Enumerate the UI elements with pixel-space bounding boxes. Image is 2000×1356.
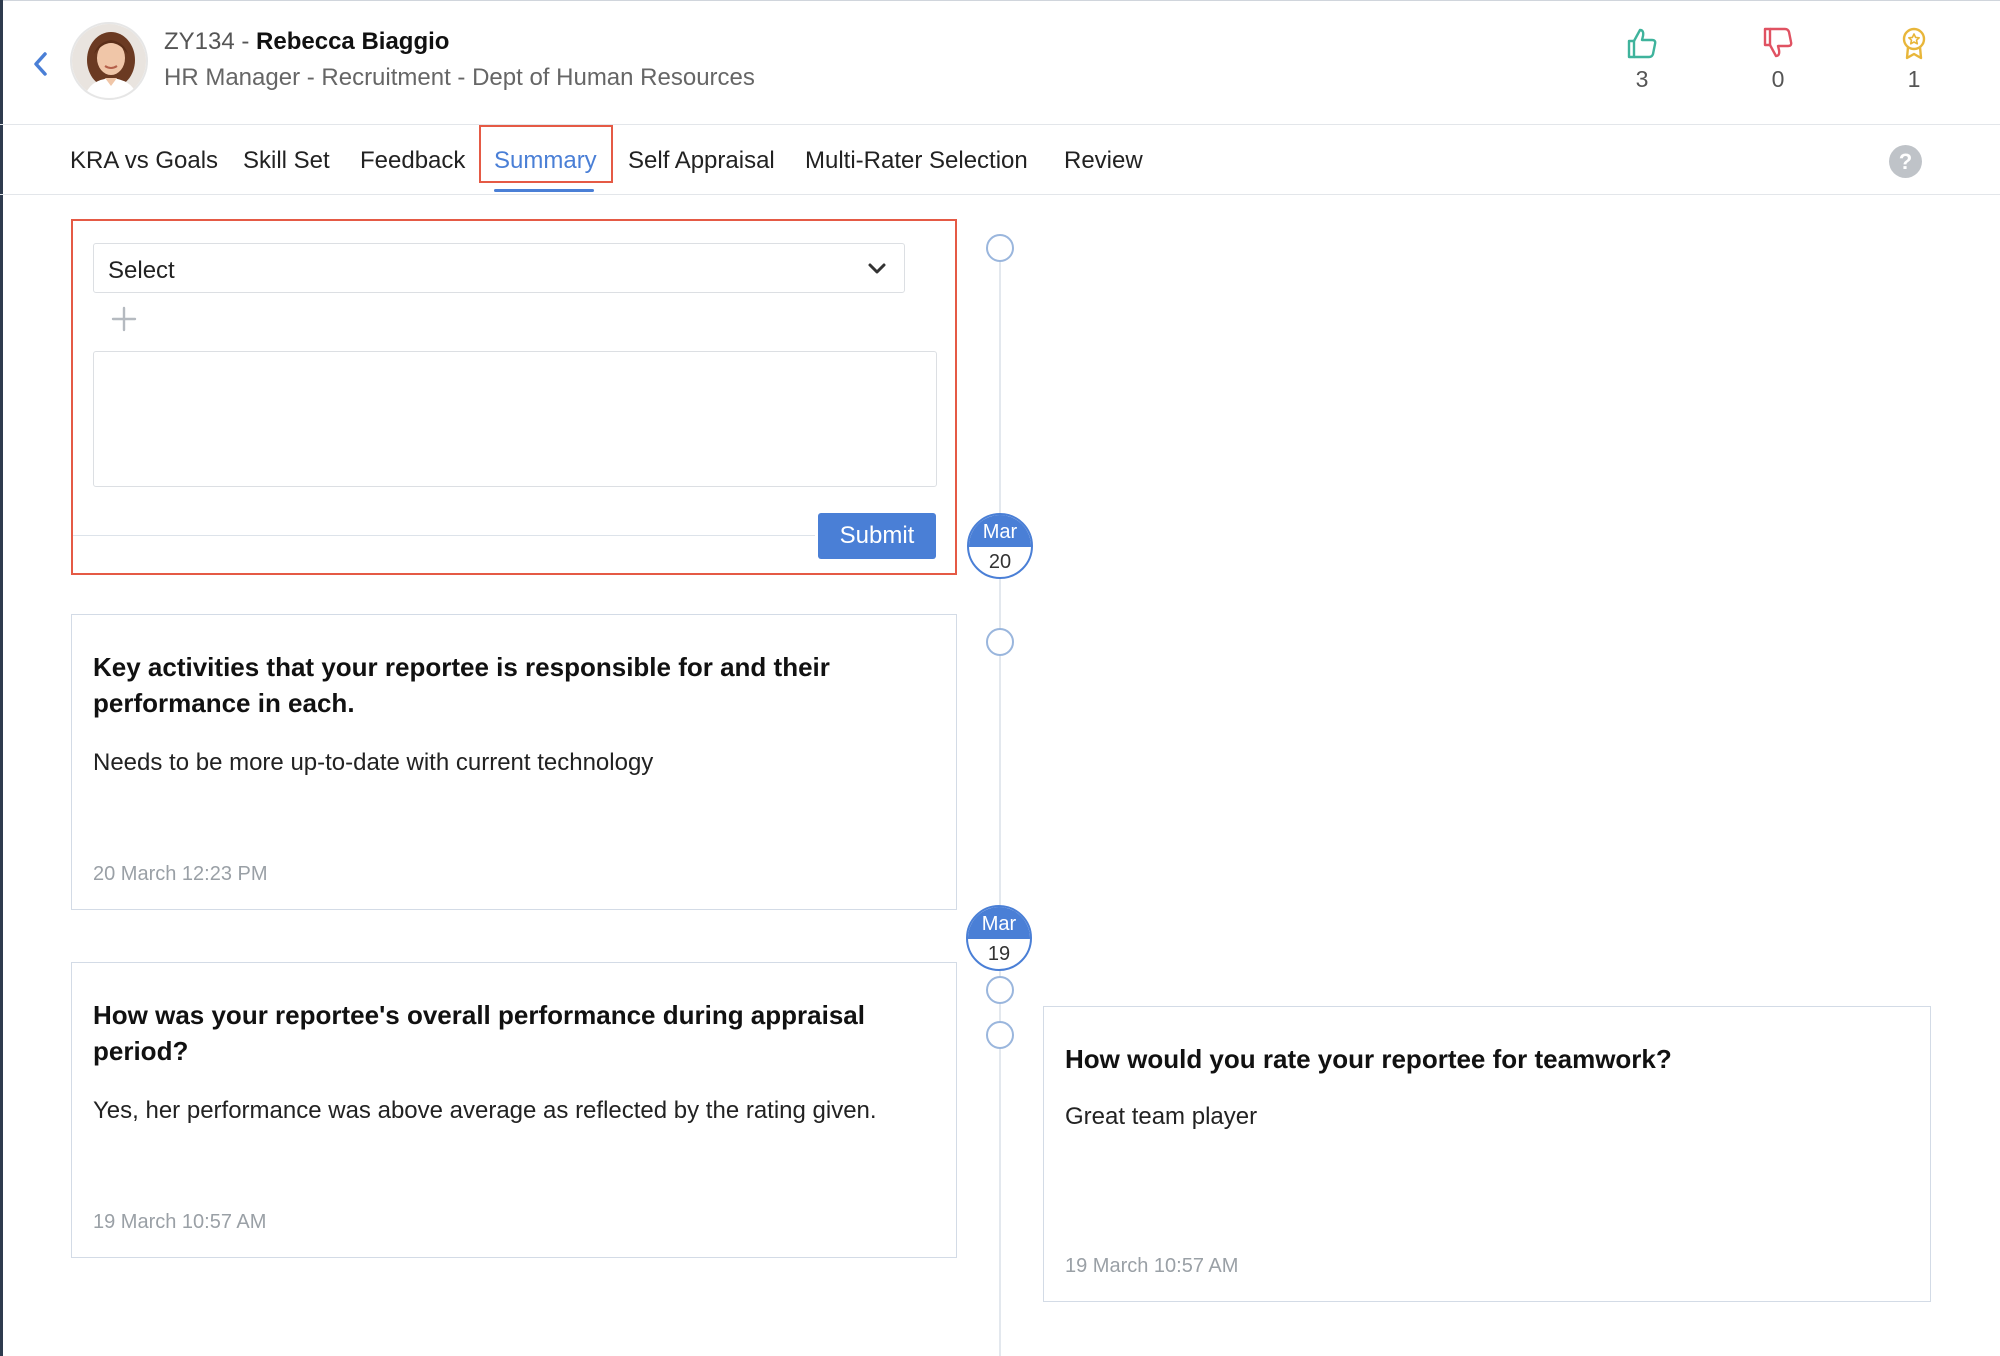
tab-self-appraisal[interactable]: Self Appraisal	[628, 147, 775, 175]
feedback-card-question: How would you rate your reportee for tea…	[1065, 1044, 1672, 1074]
thumbs-up-icon	[1627, 28, 1657, 59]
feedback-card-question: Key activities that your reportee is res…	[93, 652, 830, 718]
tab-bar: KRA vs Goals Skill Set Feedback Summary …	[0, 125, 2000, 195]
help-icon[interactable]: ?	[1889, 145, 1922, 178]
dislikes-stat[interactable]: 0	[1748, 26, 1808, 93]
tab-multi-rater-selection[interactable]: Multi-Rater Selection	[805, 147, 1028, 175]
feedback-card: How would you rate your reportee for tea…	[1043, 1006, 1931, 1302]
timeline-node	[986, 628, 1014, 656]
timeline-date-badge: Mar 19	[966, 905, 1032, 971]
question-select[interactable]: Select	[93, 243, 905, 293]
add-question-button[interactable]	[110, 305, 138, 333]
question-select-value: Select	[108, 257, 175, 284]
feedback-card-timestamp: 20 March 12:23 PM	[93, 863, 268, 885]
employee-name: Rebecca Biaggio	[256, 28, 450, 55]
plus-icon	[111, 306, 137, 332]
window-left-border	[0, 0, 3, 1356]
submit-button[interactable]: Submit	[818, 513, 936, 559]
compose-divider	[73, 535, 815, 536]
avatar	[70, 22, 148, 100]
tab-kra-vs-goals[interactable]: KRA vs Goals	[70, 147, 218, 175]
feedback-card-timestamp: 19 March 10:57 AM	[1065, 1255, 1239, 1277]
employee-title: ZY134 - Rebecca Biaggio	[164, 28, 449, 56]
tab-skill-set[interactable]: Skill Set	[243, 147, 330, 175]
tab-review[interactable]: Review	[1064, 147, 1143, 175]
chevron-down-icon	[868, 263, 886, 274]
feedback-card-answer: Needs to be more up-to-date with current…	[93, 749, 654, 776]
awards-stat[interactable]: 1	[1884, 26, 1944, 93]
feedback-card-answer: Yes, her performance was above average a…	[93, 1097, 877, 1124]
timeline-line	[999, 248, 1001, 1356]
timeline-date-day: 19	[987, 943, 1011, 965]
timeline-node	[986, 976, 1014, 1004]
thumbs-down-icon	[1763, 27, 1793, 58]
active-tab-indicator	[494, 189, 594, 192]
timeline-date-day: 20	[988, 551, 1012, 573]
summary-compose-box: Select Submit	[71, 219, 957, 575]
tab-feedback[interactable]: Feedback	[360, 147, 465, 175]
award-badge-icon	[1902, 27, 1926, 60]
feedback-card: How was your reportee's overall performa…	[71, 962, 957, 1258]
tab-summary[interactable]: Summary	[494, 147, 597, 175]
summary-textarea[interactable]	[93, 351, 937, 487]
timeline-date-month: Mar	[968, 907, 1030, 939]
awards-count: 1	[1907, 66, 1921, 92]
likes-stat[interactable]: 3	[1612, 26, 1672, 93]
timeline-date-month: Mar	[969, 515, 1031, 547]
feedback-card-answer: Great team player	[1065, 1103, 1258, 1130]
employee-id: ZY134	[164, 28, 235, 55]
timeline-date-badge: Mar 20	[967, 513, 1033, 579]
dislikes-count: 0	[1771, 66, 1785, 92]
employee-header: ZY134 - Rebecca Biaggio HR Manager - Rec…	[0, 0, 2000, 125]
timeline-node	[986, 234, 1014, 262]
feedback-card-timestamp: 19 March 10:57 AM	[93, 1211, 267, 1233]
feedback-card: Key activities that your reportee is res…	[71, 614, 957, 910]
timeline-node	[986, 1021, 1014, 1049]
likes-count: 3	[1635, 66, 1649, 92]
feedback-card-question: How was your reportee's overall performa…	[93, 1000, 865, 1066]
employee-designation: HR Manager - Recruitment - Dept of Human…	[164, 64, 755, 91]
back-button[interactable]	[28, 48, 54, 80]
employee-name-separator: -	[234, 28, 257, 55]
chevron-left-icon	[34, 52, 47, 76]
profile-photo-icon	[72, 24, 146, 98]
